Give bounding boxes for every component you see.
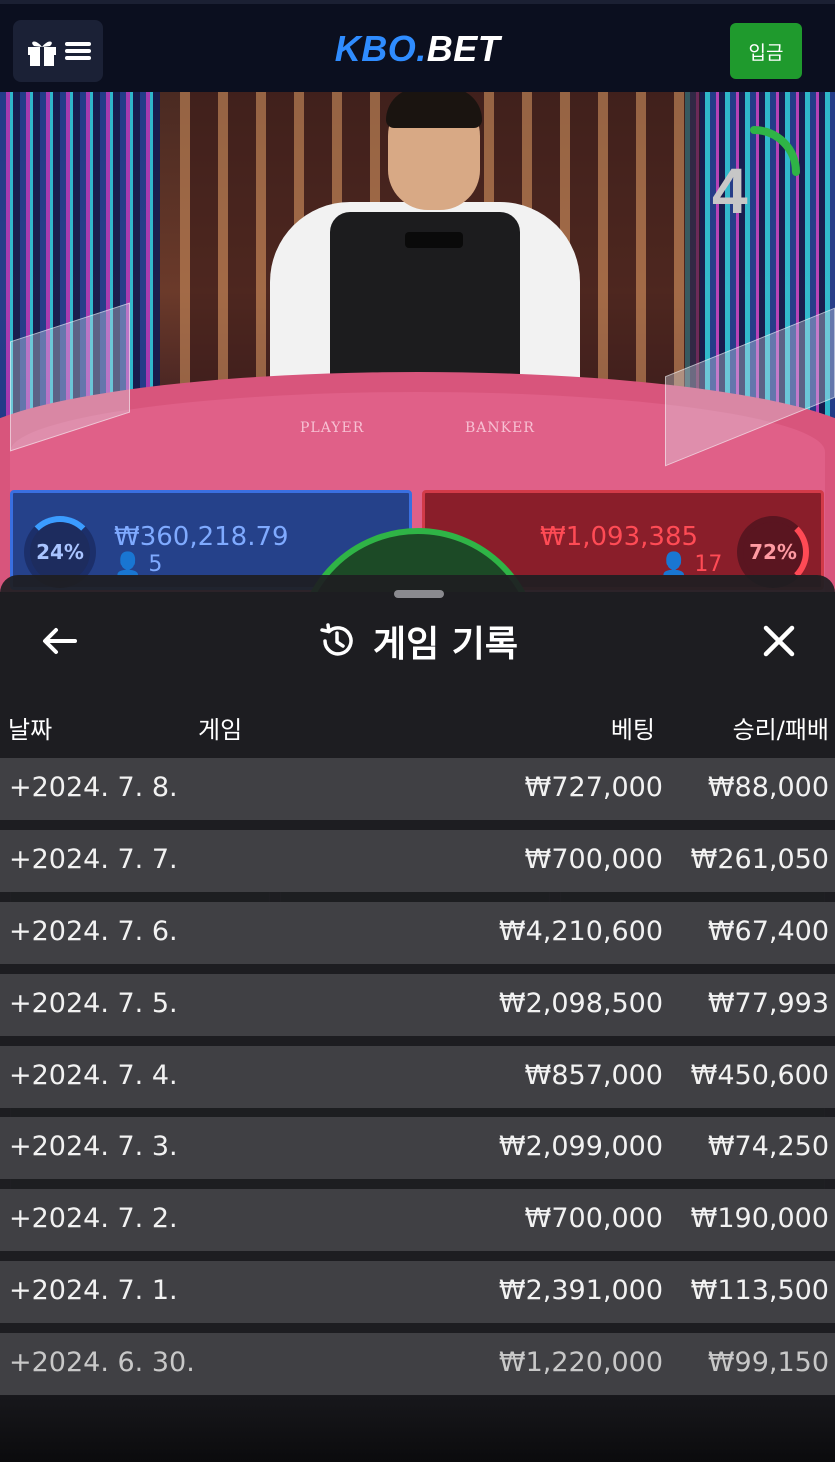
row-bet: ₩4,210,600 — [498, 916, 663, 947]
row-result: ₩77,993 — [707, 988, 829, 1019]
history-icon — [320, 623, 353, 656]
row-date: +2024. 7. 5. — [9, 988, 178, 1019]
logo-text-kbo: KBO. — [334, 28, 427, 69]
history-row[interactable]: +2024. 7. 4. ₩857,000 ₩450,600 — [0, 1046, 835, 1108]
column-header-result: 승리/패배 — [732, 716, 829, 744]
row-bet: ₩727,000 — [524, 772, 663, 803]
row-date: +2024. 7. 8. — [9, 772, 178, 803]
row-result: ₩113,500 — [690, 1275, 829, 1306]
countdown-timer: 4 — [712, 155, 748, 227]
row-date: +2024. 7. 2. — [9, 1203, 178, 1234]
player-bettor-count: 👤 5 — [114, 552, 162, 577]
history-row[interactable]: +2024. 7. 3. ₩2,099,000 ₩74,250 — [0, 1117, 835, 1179]
close-icon — [763, 625, 795, 657]
row-date: +2024. 7. 7. — [9, 844, 178, 875]
sheet-bottom-fade — [0, 1395, 835, 1462]
row-bet: ₩2,391,000 — [498, 1275, 663, 1306]
history-row[interactable]: +2024. 7. 5. ₩2,098,500 ₩77,993 — [0, 974, 835, 1036]
row-bet: ₩2,098,500 — [498, 988, 663, 1019]
banker-bettor-count: 👤 17 — [660, 552, 722, 577]
sheet-header: 게임 기록 — [0, 616, 835, 666]
row-bet: ₩1,220,000 — [498, 1347, 663, 1378]
sheet-drag-handle[interactable] — [394, 590, 444, 598]
user-icon: 👤 — [660, 552, 688, 577]
player-bet-amount: ₩360,218.79 — [114, 522, 289, 552]
close-button[interactable] — [756, 618, 802, 664]
row-date: +2024. 6. 30. — [9, 1347, 195, 1378]
history-row[interactable]: +2024. 7. 6. ₩4,210,600 ₩67,400 — [0, 902, 835, 964]
column-header-game: 게임 — [198, 716, 243, 744]
sheet-title: 게임 기록 — [372, 624, 518, 665]
row-result: ₩88,000 — [707, 772, 829, 803]
column-header-date: 날짜 — [8, 716, 53, 744]
row-bet: ₩2,099,000 — [498, 1131, 663, 1162]
history-row[interactable]: +2024. 7. 8. ₩727,000 ₩88,000 — [0, 758, 835, 820]
row-result: ₩261,050 — [690, 844, 829, 875]
history-row[interactable]: +2024. 7. 7. ₩700,000 ₩261,050 — [0, 830, 835, 892]
row-result: ₩99,150 — [707, 1347, 829, 1378]
row-date: +2024. 7. 3. — [9, 1131, 178, 1162]
history-row[interactable]: +2024. 7. 1. ₩2,391,000 ₩113,500 — [0, 1261, 835, 1323]
banker-bet-amount: ₩1,093,385 — [540, 522, 699, 552]
row-bet: ₩700,000 — [524, 1203, 663, 1234]
table-label-banker: BANKER — [465, 420, 535, 436]
row-result: ₩450,600 — [690, 1060, 829, 1091]
history-row[interactable]: +2024. 7. 2. ₩700,000 ₩190,000 — [0, 1189, 835, 1251]
column-header-bet: 베팅 — [610, 716, 655, 744]
banker-bettor-count-value: 17 — [694, 552, 723, 577]
dealer-hair — [386, 92, 482, 128]
table-label-player: PLAYER — [300, 420, 365, 436]
history-row[interactable]: +2024. 6. 30. ₩1,220,000 ₩99,150 — [0, 1333, 835, 1395]
row-bet: ₩700,000 — [524, 844, 663, 875]
user-icon: 👤 — [114, 552, 142, 577]
logo-text-bet: BET — [426, 28, 501, 69]
dealer-bowtie — [405, 232, 463, 248]
row-result: ₩74,250 — [707, 1131, 829, 1162]
top-bar: KBO.BET 입금 — [0, 0, 835, 92]
site-logo[interactable]: KBO.BET — [0, 28, 835, 70]
row-result: ₩67,400 — [707, 916, 829, 947]
row-date: +2024. 7. 1. — [9, 1275, 178, 1306]
row-result: ₩190,000 — [690, 1203, 829, 1234]
row-bet: ₩857,000 — [524, 1060, 663, 1091]
player-bettor-count-value: 5 — [148, 552, 163, 577]
page: KBO.BET 입금 PLAYER BANKER 4 24% ₩360,218.… — [0, 0, 835, 1462]
row-date: +2024. 7. 4. — [9, 1060, 178, 1091]
deposit-button[interactable]: 입금 — [730, 23, 802, 79]
row-date: +2024. 7. 6. — [9, 916, 178, 947]
